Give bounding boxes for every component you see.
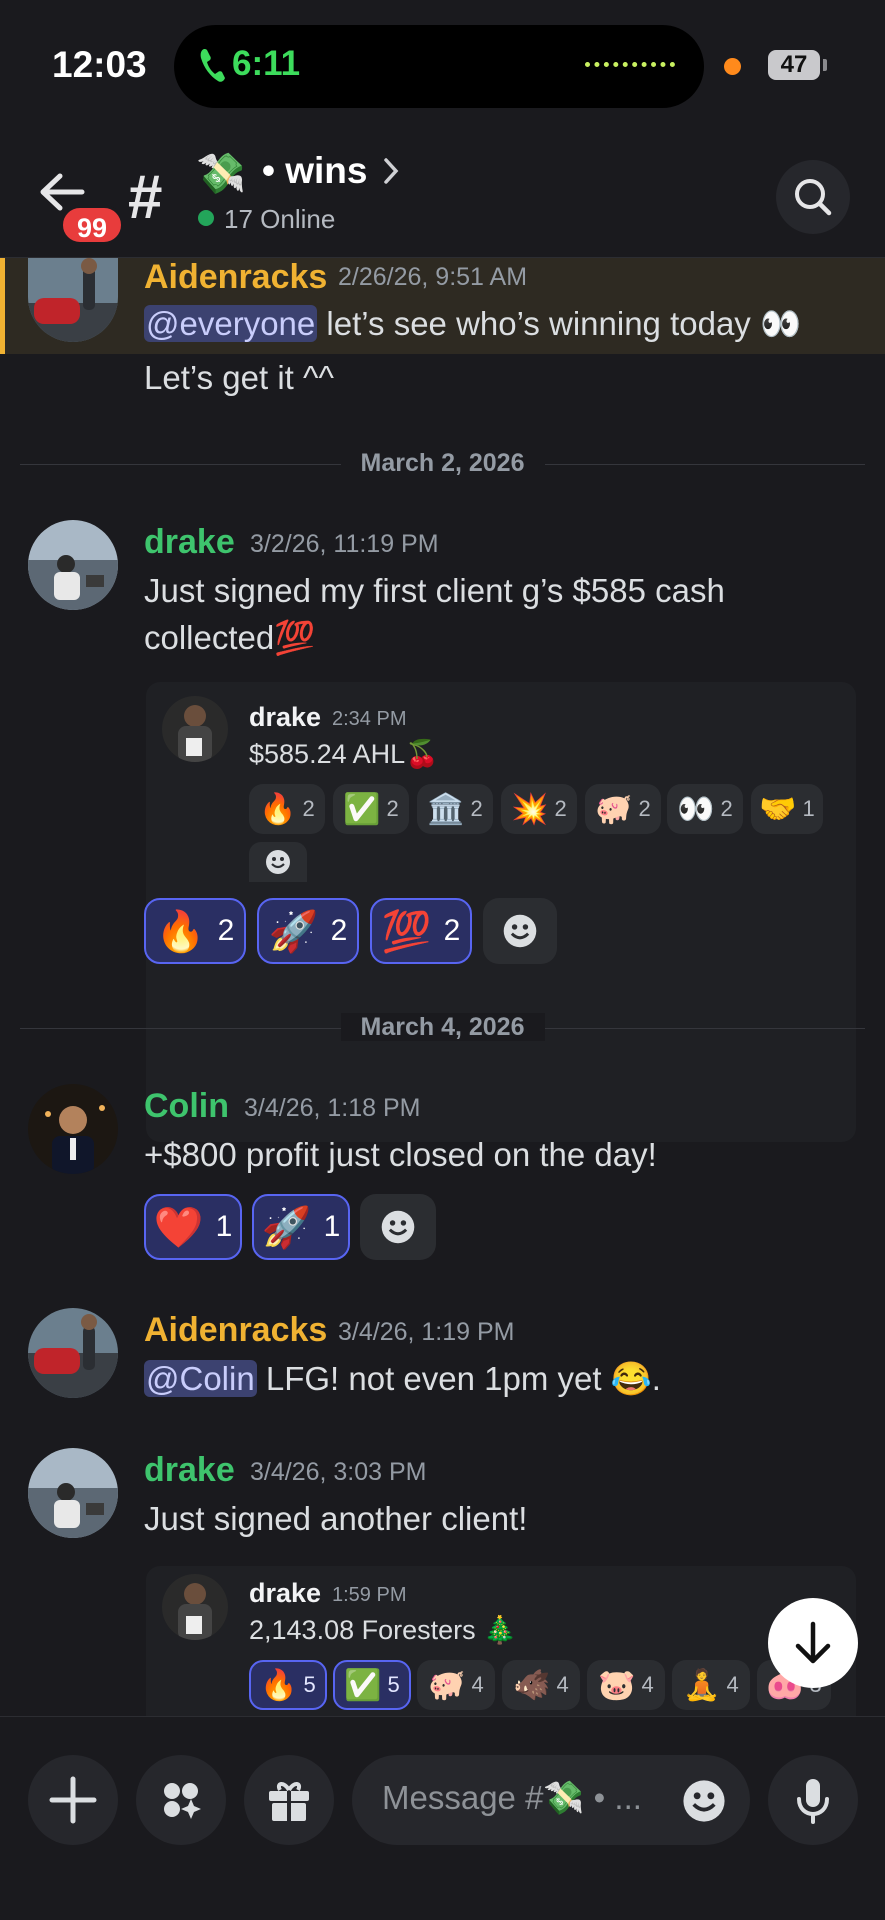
avatar[interactable] xyxy=(28,1084,118,1174)
channel-name[interactable]: • wins xyxy=(262,150,367,192)
audio-wave-icon xyxy=(585,62,675,68)
mention-everyone[interactable]: @everyone xyxy=(144,305,318,342)
message-text: @Colin LFG! not even 1pm yet 😂. xyxy=(144,1355,661,1403)
add-reaction-icon xyxy=(381,1210,415,1244)
add-reaction-button[interactable] xyxy=(483,898,557,964)
reaction-chip[interactable]: 🔥 2 xyxy=(249,784,325,834)
reaction-chip[interactable]: 🐖 2 xyxy=(585,784,661,834)
unread-badge: 99 xyxy=(60,205,124,245)
reaction-chip[interactable]: 🔥 5 xyxy=(249,1660,327,1710)
reaction-chip[interactable]: 👀 2 xyxy=(667,784,743,834)
mention-user[interactable]: @Colin xyxy=(144,1360,257,1397)
forward-author[interactable]: drake xyxy=(249,1578,321,1609)
battery-tip xyxy=(823,59,827,71)
forward-text: $585.24 AHL🍒 xyxy=(249,739,439,769)
message-author[interactable]: Aidenracks xyxy=(144,258,327,297)
online-status-dot xyxy=(198,210,214,226)
composer-bar: Message #💸 • ... xyxy=(0,1716,885,1920)
message-list[interactable]: Aidenracks 2/26/26, 9:51 AM @everyone le… xyxy=(0,258,885,1716)
forward-avatar[interactable] xyxy=(162,696,228,762)
message-text: Just signed my first client g’s $585 cas… xyxy=(144,572,725,609)
gift-button[interactable] xyxy=(244,1755,334,1845)
message-timestamp: 3/4/26, 1:19 PM xyxy=(338,1318,515,1346)
message-author[interactable]: drake xyxy=(144,523,235,562)
message-author[interactable]: drake xyxy=(144,1451,235,1490)
gift-icon xyxy=(269,1782,309,1821)
message-text: @everyone let’s see who’s winning today … xyxy=(144,300,801,348)
emoji-picker-icon[interactable] xyxy=(680,1777,728,1825)
attach-button[interactable] xyxy=(28,1755,118,1845)
forward-timestamp: 1:59 PM xyxy=(332,1584,407,1606)
avatar[interactable] xyxy=(28,1448,118,1538)
reaction-chip[interactable]: ✅ 2 xyxy=(333,784,409,834)
jump-to-present-button[interactable] xyxy=(768,1598,858,1688)
status-bar: 12:03 6:11 47 xyxy=(0,0,885,130)
reaction-chip[interactable]: 🚀 1 xyxy=(252,1194,350,1260)
message-timestamp: 3/4/26, 3:03 PM xyxy=(250,1458,427,1486)
reaction-chip[interactable]: 🧘 4 xyxy=(672,1660,750,1710)
date-divider: March 2, 2026 xyxy=(0,449,885,478)
reaction-chip[interactable]: 🏛️ 2 xyxy=(417,784,493,834)
message-author[interactable]: Colin xyxy=(144,1087,229,1126)
online-count: 17 Online xyxy=(224,204,336,234)
reaction-chip[interactable]: 💥 2 xyxy=(501,784,577,834)
search-icon xyxy=(795,179,832,216)
add-reaction-button[interactable] xyxy=(249,842,307,882)
search-button[interactable] xyxy=(776,160,850,234)
reaction-chip[interactable]: 🤝 1 xyxy=(751,784,823,834)
channel-hash-icon: # xyxy=(128,163,163,232)
forward-text: 2,143.08 Foresters 🎄 xyxy=(249,1615,517,1645)
forward-author[interactable]: drake xyxy=(249,702,321,733)
message-text: +$800 profit just closed on the day! xyxy=(144,1136,657,1173)
apps-button[interactable] xyxy=(136,1755,226,1845)
add-reaction-icon xyxy=(266,850,290,874)
message-text-body: let’s see who’s winning today 👀 xyxy=(317,305,802,342)
message-timestamp: 2/26/26, 9:51 AM xyxy=(338,263,528,291)
reaction-chip[interactable]: 🐖 4 xyxy=(417,1660,495,1710)
plus-icon xyxy=(49,1776,97,1824)
message-timestamp: 3/4/26, 1:18 PM xyxy=(244,1094,421,1122)
message-text-line2: collected💯 xyxy=(144,619,316,656)
reaction-chip[interactable]: 🐷 4 xyxy=(587,1660,665,1710)
reaction-chip[interactable]: 🔥 2 xyxy=(144,898,246,964)
reaction-chip[interactable]: ✅ 5 xyxy=(333,1660,411,1710)
date-divider: March 4, 2026 xyxy=(0,1013,885,1042)
reaction-chip[interactable]: 💯 2 xyxy=(370,898,472,964)
chevron-right-icon[interactable] xyxy=(382,154,402,188)
recording-indicator xyxy=(724,58,741,75)
message-timestamp: 3/2/26, 11:19 PM xyxy=(250,530,439,558)
avatar[interactable] xyxy=(28,520,118,610)
reaction-chip[interactable]: ❤️ 1 xyxy=(144,1194,242,1260)
arrow-down-icon xyxy=(795,1621,831,1664)
message-text: Just signed another client! xyxy=(144,1500,528,1537)
status-time: 12:03 xyxy=(52,44,147,85)
avatar[interactable] xyxy=(28,1308,118,1398)
add-reaction-icon xyxy=(503,914,537,948)
apps-sparkle-icon xyxy=(164,1783,201,1819)
message-placeholder: Message #💸 • ... xyxy=(382,1779,642,1816)
reaction-chip[interactable]: 🚀 2 xyxy=(257,898,359,964)
battery-level: 47 xyxy=(768,50,820,80)
channel-header: 99 # 💸 • wins 17 Online xyxy=(0,130,885,258)
voice-message-button[interactable] xyxy=(768,1755,858,1845)
message-text-line2: Let’s get it ^^ xyxy=(144,359,334,396)
add-reaction-button[interactable] xyxy=(360,1194,436,1260)
call-duration: 6:11 xyxy=(232,44,301,83)
message-author[interactable]: Aidenracks xyxy=(144,1311,327,1350)
message-text-body: LFG! not even 1pm yet 😂. xyxy=(256,1360,661,1397)
microphone-icon xyxy=(797,1779,829,1824)
forward-avatar[interactable] xyxy=(162,1574,228,1640)
phone-icon xyxy=(200,49,225,82)
forward-timestamp: 2:34 PM xyxy=(332,708,407,730)
reaction-chip[interactable]: 🐗 4 xyxy=(502,1660,580,1710)
channel-emoji: 💸 xyxy=(196,152,246,196)
